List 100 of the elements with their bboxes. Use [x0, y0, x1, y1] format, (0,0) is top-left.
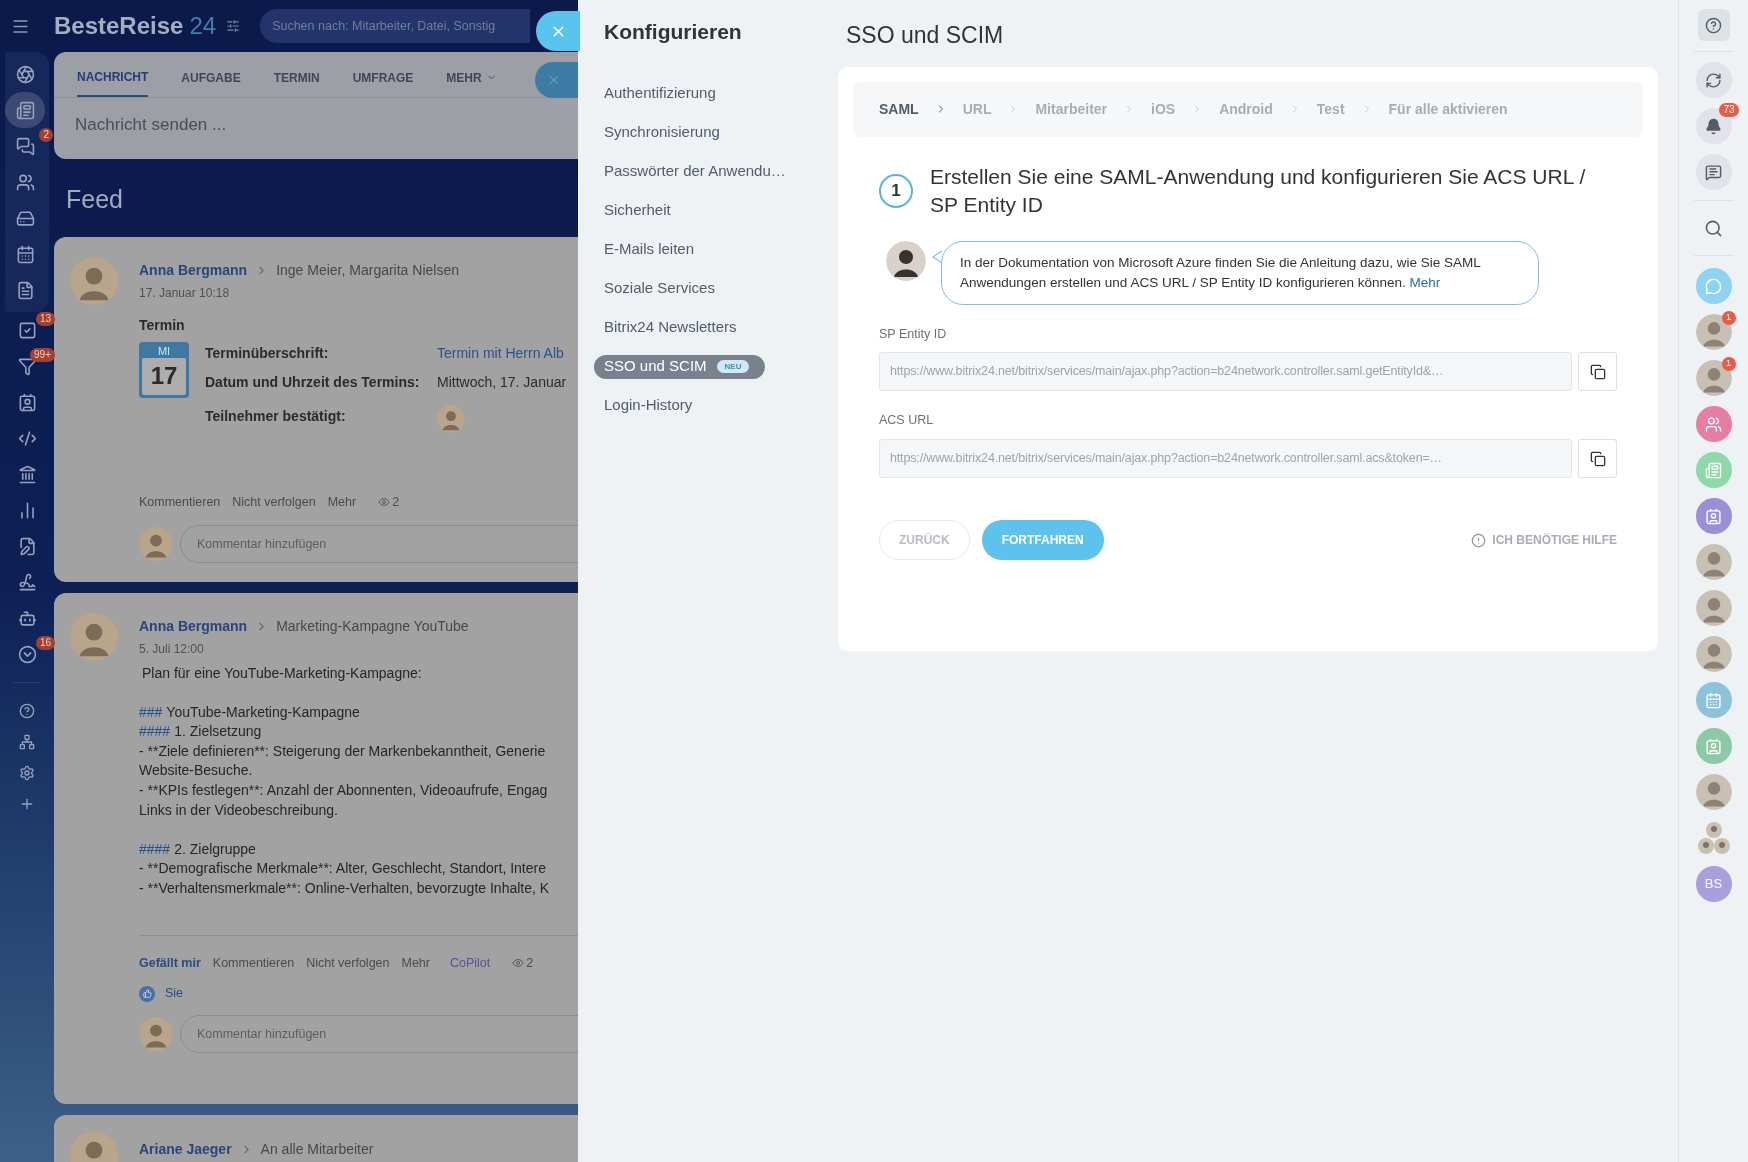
page-title: SSO und SCIM: [846, 21, 1005, 50]
step-heading: Erstellen Sie eine SAML-Anwendung und konfigurieren Sie ACS URL / SP Entity ID: [930, 163, 1587, 218]
author-link[interactable]: Anna Bergmann: [139, 615, 248, 637]
count-badge: 1: [1721, 311, 1736, 325]
sliders-icon[interactable]: [226, 19, 241, 33]
markdown-marker: ####: [139, 839, 171, 859]
message-field[interactable]: Nachricht senden ...: [75, 108, 578, 142]
app-button[interactable]: [1695, 498, 1732, 534]
settings-menu-item[interactable]: Authentifizierung: [604, 81, 716, 106]
settings-menu-item[interactable]: Passwörter der Anwendu…: [604, 159, 786, 184]
composer-tab[interactable]: MEHR: [446, 58, 497, 97]
copy-button[interactable]: [1578, 352, 1617, 392]
avatar: [1695, 774, 1732, 810]
copy-icon: [1589, 363, 1606, 380]
wizard-step[interactable]: SAML: [879, 98, 919, 120]
copilot-link[interactable]: CoPilot: [450, 953, 491, 973]
event-link[interactable]: Termin mit Herrn Alb: [437, 342, 564, 364]
close-button[interactable]: [536, 11, 580, 51]
chat-icon: [1705, 277, 1722, 295]
avatar: [886, 240, 926, 281]
wizard-step[interactable]: Test: [1316, 98, 1345, 120]
url-field[interactable]: https://www.bitrix24.net/bitrix/services/main/ajax.php?action=b24network.controller.saml.acs&token=…: [879, 439, 1572, 478]
drive-icon: [15, 208, 35, 228]
settings-menu-item[interactable]: E-Mails leiten: [604, 237, 695, 262]
contact-card-icon: [1705, 507, 1722, 525]
settings-menu-item[interactable]: Synchronisierung: [604, 120, 720, 145]
contact-card-icon: [17, 392, 37, 412]
toolbar-button[interactable]: [1695, 62, 1732, 98]
composer-tab[interactable]: AUFGABE: [181, 58, 241, 97]
action-link[interactable]: Nicht verfolgen: [306, 953, 390, 973]
post-recipients: Marketing-Kampagne YouTube: [276, 616, 469, 636]
chevron-circle-icon: [17, 644, 37, 664]
settings-menu-item[interactable]: Bitrix24 Newsletters: [604, 315, 737, 340]
body-text: YouTube-Marketing-Kampagne: [166, 702, 360, 722]
new-badge: NEU: [716, 360, 750, 373]
comment-field[interactable]: Kommentar hinzufügen: [180, 1015, 578, 1054]
wizard-step[interactable]: Für alle aktivieren: [1388, 98, 1508, 120]
like-link[interactable]: Gefällt mir: [139, 953, 201, 973]
initials-avatar[interactable]: BS: [1695, 866, 1732, 902]
document-pen-icon: [17, 536, 37, 556]
settings-icon: [19, 765, 35, 781]
field-label: Teilnehmer bestätigt:: [205, 407, 347, 426]
body-text: Plan für eine YouTube-Marketing-Kampagne:: [141, 663, 423, 683]
swirl-icon: [1705, 71, 1722, 89]
wizard-step[interactable]: Android: [1219, 98, 1273, 120]
group-icon: [15, 172, 35, 192]
action-link[interactable]: Mehr: [401, 953, 430, 973]
plus-icon: [19, 796, 35, 812]
count-badge: 2: [39, 128, 53, 142]
more-link[interactable]: Mehr: [1409, 274, 1441, 290]
help-link[interactable]: ICH BENÖTIGE HILFE: [1471, 531, 1617, 549]
eye-icon: [512, 957, 525, 969]
avatar: [1695, 314, 1732, 350]
field-label: Datum und Uhrzeit des Termins:: [205, 372, 421, 392]
nav-item[interactable]: [5, 92, 45, 128]
author-link[interactable]: Anna Bergmann: [139, 259, 248, 281]
search-field[interactable]: Suchen nach: Mitarbeiter, Datei, Sonstig: [260, 9, 531, 43]
markdown-marker: ####: [139, 722, 171, 742]
composer-tab[interactable]: UMFRAGE: [352, 58, 414, 97]
bell-icon: [1705, 117, 1722, 135]
action-link[interactable]: Kommentieren: [212, 953, 295, 973]
body-text: 2. Zielgruppe: [174, 839, 256, 859]
close-icon: [547, 73, 561, 87]
wizard-step[interactable]: iOS: [1151, 98, 1176, 120]
search-icon: [1704, 218, 1723, 238]
app-button[interactable]: [1695, 406, 1732, 442]
composer-tab[interactable]: NACHRICHT: [77, 58, 149, 97]
view-count: 2: [526, 954, 534, 972]
copy-button[interactable]: [1578, 439, 1617, 478]
building-icon: [17, 464, 37, 484]
toolbar-button[interactable]: [1695, 154, 1732, 190]
body-text: Website-Besuche.: [139, 761, 254, 781]
markdown-marker: ###: [139, 702, 163, 722]
settings-menu-item[interactable]: Soziale Services: [604, 276, 715, 301]
chat-icon: [15, 136, 35, 156]
logo-number: 24: [189, 11, 217, 41]
help-icon: [1705, 16, 1722, 34]
signature-icon: [17, 572, 37, 592]
comment-field[interactable]: Kommentar hinzufügen: [180, 525, 578, 564]
wizard-step[interactable]: URL: [962, 98, 992, 120]
author-link[interactable]: Ariane Jaeger: [139, 1138, 232, 1160]
action-link[interactable]: Kommentieren: [139, 492, 221, 512]
composer-tab[interactable]: TERMIN: [273, 58, 320, 97]
chat-icon: [1705, 163, 1722, 181]
continue-button[interactable]: FORTFAHREN: [981, 520, 1104, 560]
action-link[interactable]: Nicht verfolgen: [232, 492, 316, 512]
settings-menu-item[interactable]: Login-History: [604, 393, 693, 418]
help-button[interactable]: [1697, 9, 1730, 41]
action-link[interactable]: Mehr: [327, 492, 357, 512]
avatar: [1695, 360, 1732, 396]
body-text: - **Ziele definieren**: Steigerung der Markenbekanntheit, Generie: [139, 741, 547, 761]
field-label: ACS URL: [879, 412, 935, 430]
logo-name: BesteReise: [54, 11, 184, 41]
wizard-step[interactable]: Mitarbeiter: [1035, 98, 1108, 120]
url-field[interactable]: https://www.bitrix24.net/bitrix/services/main/ajax.php?action=b24network.controller.saml.getEntityId&…: [879, 352, 1572, 392]
contact-card-icon: [1705, 737, 1722, 755]
settings-menu-item[interactable]: SSO und SCIM NEU: [594, 354, 766, 379]
body-text: - **KPIs festlegen**: Anzahl der Abonnenten, Videoaufrufe, Engag: [139, 781, 549, 801]
count-badge: 1: [1721, 357, 1736, 371]
settings-menu-item[interactable]: Sicherheit: [604, 198, 671, 223]
